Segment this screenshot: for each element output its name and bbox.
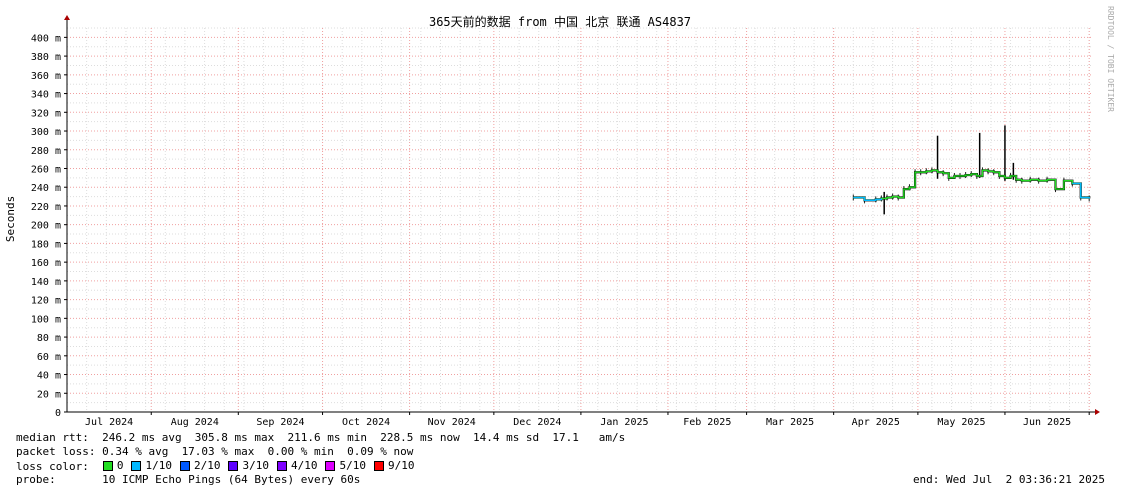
y-tick-label: 40 m	[37, 371, 61, 382]
median-line	[853, 169, 1090, 202]
legend-item: 1/10	[131, 459, 172, 472]
x-tick-label: Aug 2024	[171, 417, 219, 428]
y-tick-label: 380 m	[31, 52, 61, 63]
x-tick-label: Nov 2024	[428, 417, 476, 428]
y-tick-label: 240 m	[31, 183, 61, 194]
legend-swatch	[325, 460, 336, 471]
y-tick-label: 0	[55, 408, 61, 419]
y-tick-label: 260 m	[31, 164, 61, 175]
legend-label: 9/10	[387, 459, 415, 472]
x-tick-label: Apr 2025	[852, 417, 900, 428]
x-tick-label: Jan 2025	[600, 417, 648, 428]
y-axis-arrow	[64, 15, 70, 20]
x-tick-label: Mar 2025	[766, 417, 814, 428]
legend-label: 4/10	[290, 459, 318, 472]
x-axis-arrow	[1095, 409, 1100, 415]
legend-item: 5/10	[325, 459, 366, 472]
legend-label: 0	[116, 459, 124, 472]
legend-swatch	[276, 460, 287, 471]
y-tick-label: 80 m	[37, 333, 61, 344]
legend-item: 3/10	[228, 459, 269, 472]
y-tick-label: 220 m	[31, 202, 61, 213]
axis-layer: 0 20 m 40 m 60 m 80 m 100 m 120 m 140 m 160 m 180…	[31, 15, 1100, 428]
y-tick-label: 320 m	[31, 108, 61, 119]
y-tick-label: 60 m	[37, 352, 61, 363]
x-tick-label: Jul 2024	[85, 417, 133, 428]
median-rtt-stats: median rtt: 246.2 ms avg 305.8 ms max 21…	[16, 431, 626, 444]
y-tick-label: 360 m	[31, 71, 61, 82]
loss-color-legend: loss color: 0 1/10 2/10 3/10 4/10 5/10 9/10	[16, 459, 422, 474]
y-tick-label: 20 m	[37, 389, 61, 400]
y-tick-label: 280 m	[31, 146, 61, 157]
y-tick-label: 200 m	[31, 221, 61, 232]
legend-label: 5/10	[339, 459, 366, 472]
median-line-loss	[1072, 182, 1090, 199]
grid-layer	[66, 27, 1092, 413]
latency-chart: 0 20 m 40 m 60 m 80 m 100 m 120 m 140 m 160 m 180…	[4, 14, 1100, 428]
legend-item: 9/10	[373, 459, 415, 472]
y-tick-label: 300 m	[31, 127, 61, 138]
watermark: RRDTOOL / TOBI OETIKER	[1106, 6, 1115, 112]
legend-swatch	[131, 460, 142, 471]
legend-swatch	[373, 460, 384, 471]
chart-title: 365天前的数据 from 中国 北京 联通 AS4837	[429, 14, 691, 29]
legend-swatch	[228, 460, 239, 471]
median-line-loss	[853, 196, 883, 202]
x-tick-label: May 2025	[937, 417, 985, 428]
x-tick-label: Feb 2025	[683, 417, 731, 428]
legend-item: 2/10	[179, 459, 221, 472]
y-tick-label: 140 m	[31, 277, 61, 288]
x-tick-label: Dec 2024	[513, 417, 561, 428]
x-tick-label: Sep 2024	[256, 417, 304, 428]
loss-color-label: loss color:	[16, 459, 89, 473]
y-tick-label: 400 m	[31, 33, 61, 44]
probe-info: probe: 10 ICMP Echo Pings (64 Bytes) eve…	[16, 473, 361, 486]
y-tick-label: 120 m	[31, 296, 61, 307]
packet-loss-stats: packet loss: 0.34 % avg 17.03 % max 0.00…	[16, 445, 414, 458]
y-tick-label: 160 m	[31, 258, 61, 269]
y-tick-label: 100 m	[31, 314, 61, 325]
end-timestamp: end: Wed Jul 2 03:36:21 2025	[912, 473, 1105, 486]
y-tick-label: 340 m	[31, 90, 61, 101]
y-axis-label: Seconds	[4, 196, 17, 242]
x-tick-label: Oct 2024	[342, 417, 390, 428]
legend-label: 2/10	[193, 459, 221, 472]
x-tick-label: Jun 2025	[1023, 417, 1071, 428]
legend-swatch	[102, 460, 113, 471]
legend-item: 4/10	[276, 459, 318, 472]
y-tick-label: 180 m	[31, 239, 61, 250]
legend-label: 3/10	[242, 459, 269, 472]
legend-label: 1/10	[145, 459, 172, 472]
legend-item: 0	[102, 459, 124, 472]
legend-swatch	[179, 460, 190, 471]
